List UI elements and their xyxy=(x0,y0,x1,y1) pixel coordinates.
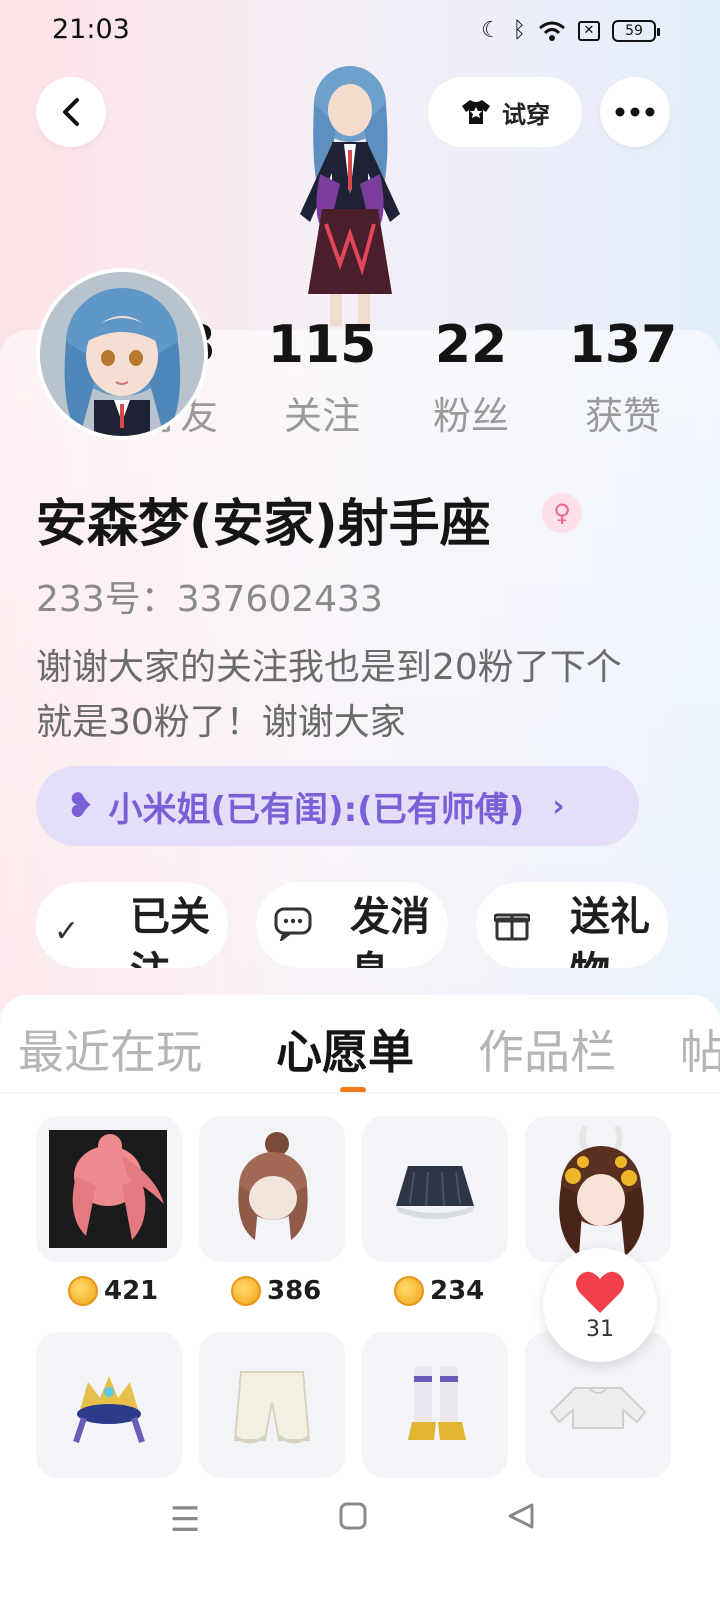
try-on-button[interactable]: 试穿 xyxy=(428,77,582,147)
battery-level: 59 xyxy=(625,22,643,39)
hearts-icon: ❥ xyxy=(66,786,95,826)
stat-label: 获赞 xyxy=(584,394,661,438)
female-gender-icon: ♀ xyxy=(542,493,582,533)
wishlist-item[interactable] xyxy=(199,1116,345,1262)
tshirt-icon xyxy=(462,100,490,124)
stat-following[interactable]: 115 关注 xyxy=(262,315,382,441)
wishlist-item[interactable] xyxy=(525,1116,671,1262)
try-on-label: 试穿 xyxy=(502,100,550,129)
stat-label: 关注 xyxy=(283,394,360,438)
wifi-icon xyxy=(539,21,565,41)
item-price: 386 xyxy=(231,1276,321,1306)
skirt-icon xyxy=(396,1166,474,1219)
status-time: 21:03 xyxy=(52,14,130,45)
price-value: 234 xyxy=(430,1276,485,1306)
user-id: 233号：337602433 xyxy=(36,579,383,620)
profile-bio: 谢谢大家的关注我也是到20粉了下个就是30粉了！谢谢大家 xyxy=(36,647,622,743)
status-icons: ☾ ᛒ ✕ 59 xyxy=(481,18,660,43)
tab-wishlist[interactable]: 心愿单 xyxy=(276,1016,414,1082)
crown-icon xyxy=(73,1376,145,1443)
more-dots-icon xyxy=(615,107,655,117)
send-message-button[interactable]: 发消息 xyxy=(256,882,448,968)
brown-hair-icon xyxy=(238,1132,308,1240)
coin-icon xyxy=(231,1276,261,1306)
stat-label: 粉丝 xyxy=(432,394,509,438)
system-nav-bar xyxy=(0,1480,720,1600)
followed-button[interactable]: ✓ 已关注 xyxy=(36,882,228,968)
heart-icon xyxy=(576,1271,624,1313)
followed-label: 已关注 xyxy=(130,894,210,968)
stat-fans[interactable]: 22 粉丝 xyxy=(414,315,528,441)
relation-tag[interactable]: ❥ 小米姐(已有闺):(已有师傅) › xyxy=(36,766,639,846)
battery-icon: 59 xyxy=(612,19,660,42)
wishlist-item[interactable] xyxy=(362,1116,508,1262)
send-message-label: 发消息 xyxy=(350,894,430,968)
tab-works[interactable]: 作品栏 xyxy=(478,1016,616,1082)
avatar[interactable] xyxy=(36,268,208,440)
boots-icon xyxy=(408,1366,466,1440)
stat-value: 22 xyxy=(434,315,508,375)
status-bar: 21:03 ☾ ᛒ ✕ 59 xyxy=(0,0,720,64)
chevron-right-icon: › xyxy=(552,788,565,824)
character-avatar-image xyxy=(300,66,400,326)
stat-value: 115 xyxy=(267,315,377,375)
gift-icon xyxy=(493,904,534,959)
coin-icon xyxy=(394,1276,424,1306)
chevron-left-icon xyxy=(63,98,79,126)
price-value: 421 xyxy=(104,1276,159,1306)
send-gift-label: 送礼物 xyxy=(570,894,650,968)
stat-likes[interactable]: 137 获赞 xyxy=(566,315,680,441)
sim-icon: ✕ xyxy=(578,20,600,41)
wishlist-item[interactable] xyxy=(36,1332,182,1478)
check-icon: ✓ xyxy=(54,914,80,949)
stat-value: 137 xyxy=(568,315,678,375)
menu-icon[interactable]: ☰ xyxy=(170,1500,200,1540)
coin-icon xyxy=(68,1276,98,1306)
flower-hair-icon xyxy=(559,1124,644,1256)
message-icon xyxy=(274,904,314,959)
home-square-icon[interactable] xyxy=(338,1500,368,1540)
price-value: 386 xyxy=(267,1276,322,1306)
shorts-icon xyxy=(233,1371,311,1444)
bluetooth-icon: ᛒ xyxy=(512,18,526,43)
like-button[interactable]: 31 xyxy=(543,1248,657,1362)
moon-icon: ☾ xyxy=(481,18,501,43)
wishlist-item[interactable] xyxy=(199,1332,345,1478)
back-triangle-icon[interactable] xyxy=(506,1500,536,1540)
send-gift-button[interactable]: 送礼物 xyxy=(476,882,668,968)
tab-posts[interactable]: 帖 xyxy=(680,1016,720,1082)
wishlist-item[interactable] xyxy=(36,1116,182,1262)
relation-tag-label: 小米姐(已有闺):(已有师傅) xyxy=(108,789,525,830)
avatar-image xyxy=(40,272,204,436)
profile-name: 安森梦(安家)射手座 xyxy=(36,495,491,554)
like-count: 31 xyxy=(586,1316,614,1342)
tabs-divider xyxy=(0,1092,720,1093)
back-button[interactable] xyxy=(36,77,106,147)
pink-hair-icon xyxy=(49,1130,167,1248)
tab-recently-played[interactable]: 最近在玩 xyxy=(18,1016,202,1082)
item-price: 234 xyxy=(394,1276,484,1306)
item-price: 421 xyxy=(68,1276,158,1306)
more-options-button[interactable] xyxy=(600,77,670,147)
wishlist-item[interactable] xyxy=(362,1332,508,1478)
